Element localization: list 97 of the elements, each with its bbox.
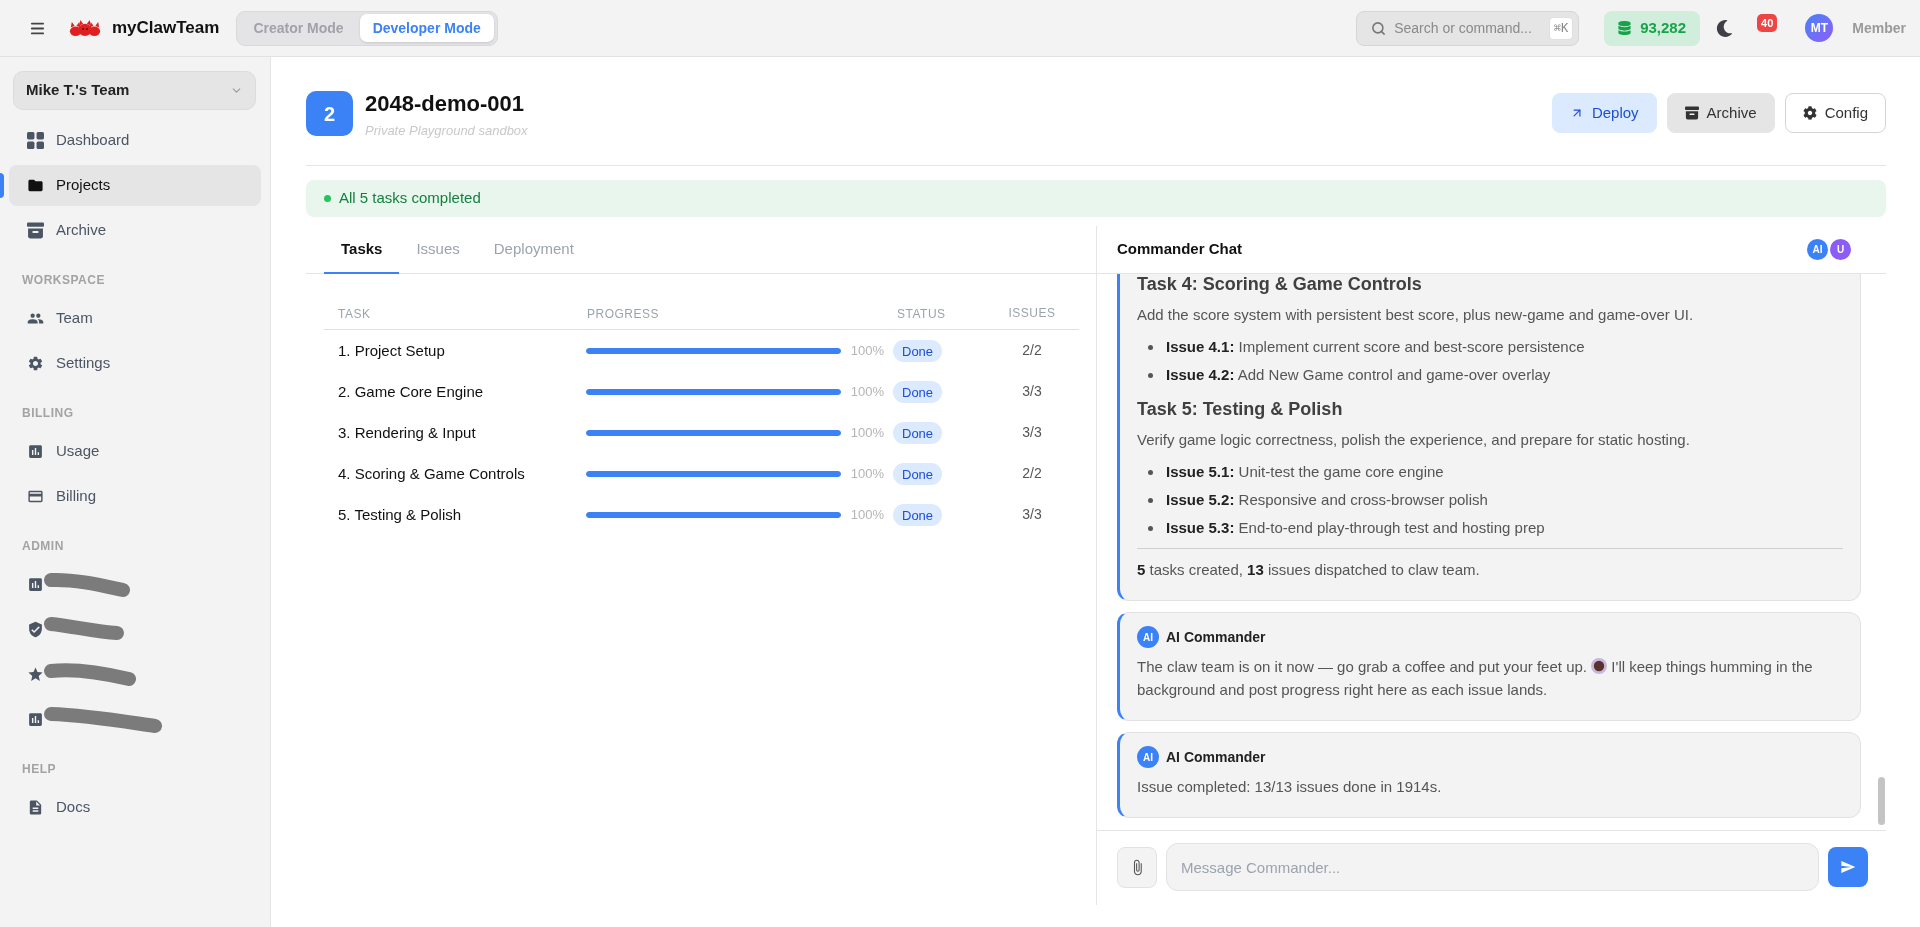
column-header: STATUS [897, 307, 946, 321]
document-icon [27, 799, 44, 816]
sidebar-item[interactable]: Billing [9, 476, 261, 517]
column-header: ISSUES [1008, 305, 1056, 322]
author-avatar: AI [1137, 626, 1159, 648]
task-name: 5. Testing & Polish [338, 505, 462, 523]
task-heading: Task 5: Testing & Polish [1137, 399, 1344, 419]
moon-icon[interactable] [1716, 19, 1734, 37]
mode-option[interactable]: Developer Mode [359, 14, 494, 42]
issue-count: 2/2 [1022, 341, 1042, 360]
task-name: 2. Game Core Engine [338, 382, 484, 400]
action-button[interactable]: Archive [1666, 93, 1775, 133]
message-text: Issue completed: 13/13 issues done in 1914s. [1137, 777, 1443, 797]
status-badge: Done [893, 381, 943, 404]
author-name: AI Commander [1166, 747, 1266, 767]
issue-text: Issue 5.2: Responsive and cross-browser polish [1166, 490, 1488, 510]
section-label: WORKSPACE [22, 272, 105, 289]
sidebar-item[interactable]: Dashboard [9, 120, 261, 161]
task-name: 4. Scoring & Game Controls [338, 464, 525, 482]
archive-box-icon [1684, 106, 1699, 120]
user-role: Member [1852, 18, 1906, 38]
section-label: ADMIN [22, 538, 64, 555]
archive-box-icon [27, 222, 44, 239]
gear-icon [1802, 106, 1817, 120]
sidebar-item[interactable]: Archive [9, 210, 261, 251]
column-header: TASK [338, 307, 371, 321]
message-input[interactable]: Message Commander... [1166, 843, 1819, 891]
progress-percent: 100% [850, 423, 884, 442]
progress-percent: 100% [850, 464, 884, 483]
status-badge: Done [893, 422, 943, 445]
bullet-icon [1148, 344, 1153, 350]
issue-count: 3/3 [1022, 505, 1042, 524]
issue-count: 2/2 [1022, 464, 1042, 483]
bullet-icon [1148, 497, 1153, 503]
sidebar-item[interactable]: Settings [9, 343, 261, 384]
issue-text: Issue 5.1: Unit-test the game core engine [1166, 462, 1444, 482]
attach-button[interactable] [1117, 847, 1157, 888]
search-icon [1371, 20, 1387, 36]
scrollbar-thumb[interactable] [1878, 777, 1885, 825]
author-name: AI Commander [1166, 627, 1266, 647]
card-icon [27, 488, 44, 505]
user-avatar[interactable]: MT [1805, 14, 1834, 42]
sidebar-item[interactable]: Team [9, 298, 261, 339]
message-text: The claw team is on it now — go grab a coffee and put your feet up. I'll keep things humming in the background and post progress right here as each issue lands. [1137, 657, 1814, 700]
task-name: 3. Rendering & Input [338, 423, 476, 441]
progress-percent: 100% [850, 341, 884, 360]
section-label: BILLING [22, 405, 74, 422]
status-badge: Done [893, 504, 943, 527]
sidebar-item[interactable]: Usage [9, 431, 261, 472]
creature-logo-icon [68, 19, 102, 37]
send-icon [1840, 859, 1856, 875]
shield-check-icon [27, 621, 44, 638]
sidebar-item[interactable]: Projects [9, 165, 261, 206]
send-button[interactable] [1828, 847, 1868, 887]
task-name: 1. Project Setup [338, 341, 445, 359]
section-label: HELP [22, 761, 56, 778]
progress-percent: 100% [850, 382, 884, 401]
tab[interactable]: Tasks [324, 226, 400, 274]
bullet-icon [1148, 469, 1153, 475]
active-indicator [0, 173, 4, 198]
message-text: Verify game logic correctness, polish the experience, and prepare for static hosting. [1137, 430, 1691, 450]
participant-avatar: AI [1807, 239, 1828, 260]
bullet-icon [1148, 372, 1153, 378]
action-button[interactable]: Deploy [1551, 93, 1657, 133]
status-badge: Done [893, 463, 943, 486]
coffee-cup-icon [1591, 658, 1608, 674]
issue-count: 3/3 [1022, 423, 1042, 442]
issue-count: 3/3 [1022, 382, 1042, 401]
message-text: Add the score system with persistent best score, plus new-game and game-over UI. [1137, 305, 1695, 325]
status-text: All 5 tasks completed [339, 188, 481, 209]
issue-text: Issue 5.3: End-to-end play-through test and hosting prep [1166, 518, 1545, 538]
message-text: 5 tasks created, 13 issues dispatched to claw team. [1137, 560, 1481, 580]
notification-badge: 40 [1757, 14, 1778, 32]
bullet-icon [1148, 525, 1153, 531]
brand-name: myClawTeam [112, 17, 220, 40]
project-badge: 2 [306, 91, 353, 136]
issue-text: Issue 4.1: Implement current score and best-score persistence [1166, 337, 1585, 357]
issue-text: Issue 4.2: Add New Game control and game-over overlay [1166, 365, 1551, 385]
folder-icon [27, 177, 44, 194]
progress-percent: 100% [850, 505, 884, 524]
task-heading: Task 4: Scoring & Game Controls [1137, 274, 1423, 294]
team-selector[interactable]: Mike T.'s Team [13, 71, 256, 110]
gear-icon [27, 355, 44, 372]
bar-chart-icon [27, 711, 44, 728]
author-avatar: AI [1137, 746, 1159, 768]
star-icon [27, 666, 44, 683]
bar-chart-icon [27, 443, 44, 460]
panel-title: Commander Chat [1117, 239, 1243, 260]
column-header: PROGRESS [587, 307, 659, 321]
project-title: 2048-demo-001 [365, 91, 525, 117]
grid-icon [27, 132, 44, 149]
bar-chart-icon [27, 576, 44, 593]
action-button[interactable]: Config [1784, 93, 1886, 133]
coin-stack-icon [1618, 21, 1632, 35]
sidebar-item[interactable]: Docs [9, 787, 261, 828]
status-badge: Done [893, 340, 943, 363]
participant-avatar: U [1830, 239, 1851, 260]
